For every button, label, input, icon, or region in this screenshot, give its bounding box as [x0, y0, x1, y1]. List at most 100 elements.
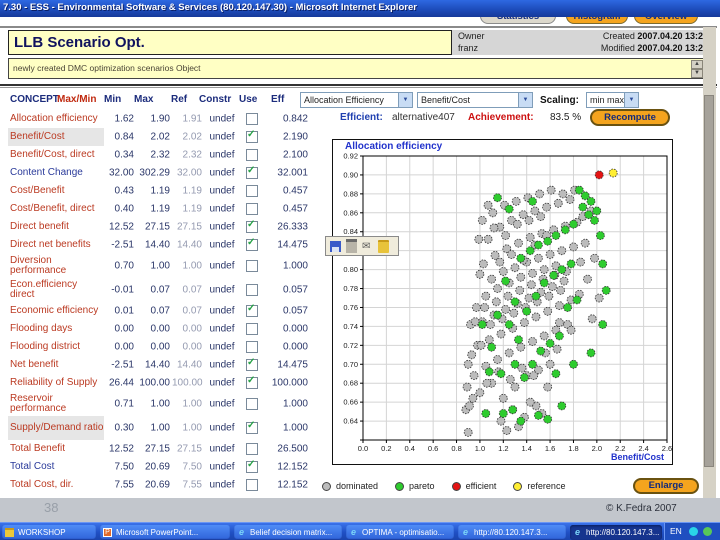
language-indicator[interactable]: EN [670, 526, 682, 536]
taskbar-button-1[interactable]: WORKSHOP [2, 525, 96, 540]
svg-text:0.78: 0.78 [343, 284, 358, 293]
use-checkbox[interactable]: ✓ [246, 237, 260, 251]
achievement-value: 83.5 % [550, 112, 582, 123]
chart-legend: dominated pareto efficient reference [322, 479, 565, 493]
taskbar-button-label: http://80.120.147.3... [474, 528, 548, 537]
scaling-select[interactable]: min max ▼ [586, 92, 639, 108]
eff-value: 1.000 [282, 398, 308, 410]
scroll-up-icon[interactable]: ▲ [691, 60, 703, 69]
eff-value: 2.190 [282, 131, 308, 143]
chevron-down-icon: ▼ [398, 93, 412, 107]
max-value: 1.19 [150, 203, 170, 215]
scroll-down-icon[interactable]: ▼ [691, 69, 703, 78]
taskbar-button-4[interactable]: e OPTIMA - optimisatio... [346, 525, 454, 540]
eff-value: 1.000 [282, 260, 308, 272]
taskbar-button-2[interactable]: P Microsoft PowerPoint... [100, 525, 230, 540]
constr-value: undef [209, 149, 235, 161]
ref-value: 0.00 [182, 341, 202, 353]
use-checkbox[interactable]: ✓ [246, 459, 260, 473]
scatter-plot[interactable]: 0.0 0.2 0.4 0.6 0.8 1.0 1.2 1.4 1.6 1.8 2.0 2.2 2.4 2… [333, 140, 672, 464]
taskbar-button-5[interactable]: e http://80.120.147.3... [458, 525, 566, 540]
recompute-button[interactable]: Recompute [590, 109, 670, 126]
use-checkbox[interactable]: ✓ [246, 165, 260, 179]
criterion-label: Benefit/Cost, direct [10, 148, 95, 160]
use-checkbox[interactable] [246, 341, 260, 353]
ref-value: 1.00 [182, 422, 202, 434]
use-checkbox[interactable]: ✓ [246, 420, 260, 434]
eff-value: 0.457 [282, 203, 308, 215]
constr-value: undef [209, 305, 235, 317]
legend-dot [322, 481, 331, 491]
enlarge-button[interactable]: Enlarge [633, 478, 699, 494]
svg-text:0.80: 0.80 [343, 265, 358, 274]
eff-value: 1.000 [282, 422, 308, 434]
table-row: Total Cost 7.50 20.69 7.50 undef ✓ 12.152 [8, 458, 330, 476]
y-criterion-select[interactable]: Allocation Efficiency ▼ [300, 92, 413, 108]
constr-value: undef [209, 221, 235, 233]
legend-item-efficient: efficient [451, 481, 496, 491]
use-checkbox[interactable]: ✓ [246, 219, 260, 233]
use-checkbox[interactable] [246, 149, 260, 161]
col-header-eff: Eff [271, 94, 285, 105]
use-checkbox[interactable] [246, 323, 260, 335]
criterion-label: Total Benefit [10, 442, 66, 454]
scrollbar-thumb[interactable] [704, 95, 714, 467]
save-icon[interactable] [330, 240, 341, 252]
x-criterion-select[interactable]: Benefit/Cost ▼ [417, 92, 533, 108]
description-box[interactable]: newly created DMC optimization scenarios… [8, 58, 705, 79]
use-checkbox[interactable] [246, 443, 260, 455]
check-icon: ✓ [247, 375, 256, 386]
table-row: Econ.efficiency direct -0.01 0.07 0.07 undef… [8, 278, 330, 302]
window-titlebar[interactable]: 7.30 - ESS - Environmental Software & Se… [0, 0, 720, 17]
criterion-label: Allocation efficiency [10, 112, 98, 124]
chart-x-axis-label: Benefit/Cost [610, 452, 664, 462]
min-value: -2.51 [111, 359, 134, 371]
vertical-scrollbar[interactable] [703, 27, 716, 498]
eff-value: 2.100 [282, 149, 308, 161]
min-value: 0.01 [114, 305, 134, 317]
use-checkbox[interactable]: ✓ [246, 129, 260, 143]
use-checkbox[interactable] [246, 185, 260, 197]
col-header-max: Max [134, 94, 154, 105]
max-value: 0.00 [150, 323, 170, 335]
table-row: Benefit/Cost, direct 0.34 2.32 2.32 undef 2.1… [8, 146, 330, 164]
criterion-label: Net benefit [10, 358, 59, 370]
ref-value: 27.15 [176, 443, 202, 455]
system-tray: EN [664, 523, 720, 540]
min-value: 1.62 [114, 113, 134, 125]
use-checkbox[interactable] [246, 284, 260, 296]
legend-dot [513, 481, 523, 491]
eff-value: 14.475 [277, 239, 308, 251]
use-checkbox[interactable] [246, 203, 260, 215]
table-row: Flooding days 0.00 0.00 0.00 undef 0.000 [8, 320, 330, 338]
constr-value: undef [209, 167, 235, 179]
use-checkbox[interactable]: ✓ [246, 357, 260, 371]
table-row: Total Cost, dir. 7.55 20.69 7.55 undef 12.152 [8, 476, 330, 494]
tray-shield-icon[interactable] [703, 527, 712, 536]
use-checkbox[interactable] [246, 260, 260, 272]
svg-text:0.90: 0.90 [343, 170, 358, 179]
eff-value: 14.475 [277, 359, 308, 371]
ref-value: 100.00 [172, 377, 203, 389]
legend-dot [451, 481, 461, 491]
min-value: 0.71 [114, 398, 134, 410]
constr-value: undef [209, 323, 235, 335]
mail-icon[interactable]: ✉ [362, 241, 373, 252]
tray-messenger-icon[interactable] [689, 527, 698, 536]
use-checkbox[interactable]: ✓ [246, 303, 260, 317]
folder-icon[interactable] [378, 239, 389, 253]
taskbar-button-3[interactable]: e Belief decision matrix... [234, 525, 342, 540]
ref-value: 27.15 [176, 221, 202, 233]
taskbar-button-6[interactable]: e http://80.120.147.3... [570, 525, 662, 540]
max-value: 1.90 [150, 113, 170, 125]
check-icon: ✓ [247, 165, 256, 176]
min-value: 0.40 [114, 203, 134, 215]
page-title: LLB Scenario Opt. [14, 34, 145, 51]
divider [0, 26, 717, 28]
print-icon[interactable] [346, 239, 357, 253]
use-checkbox[interactable] [246, 479, 260, 491]
use-checkbox[interactable] [246, 398, 260, 410]
use-checkbox[interactable]: ✓ [246, 375, 260, 389]
svg-text:1.8: 1.8 [568, 444, 578, 453]
use-checkbox[interactable] [246, 113, 260, 125]
